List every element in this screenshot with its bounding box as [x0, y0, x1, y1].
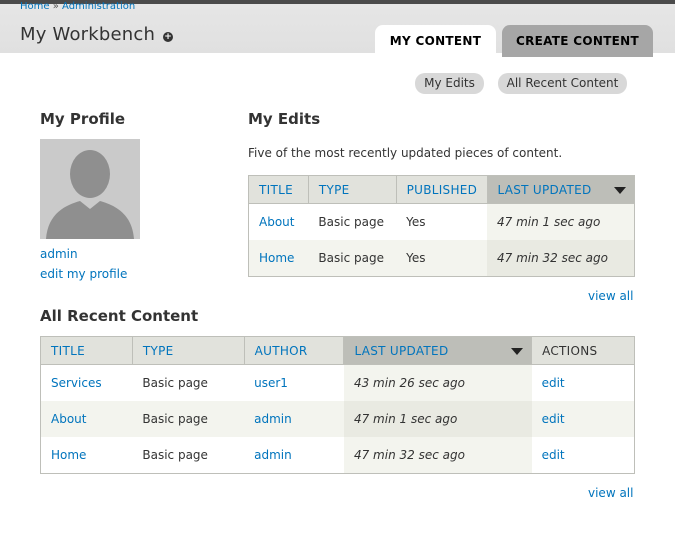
- edit-link[interactable]: edit: [531, 401, 635, 437]
- sort-descending-icon: [613, 186, 626, 194]
- my-edits-view-all-link[interactable]: view all: [588, 289, 633, 303]
- content-title-link[interactable]: About: [248, 203, 309, 240]
- avatar: [40, 139, 140, 239]
- sort-descending-icon: [510, 347, 523, 355]
- table-header-row: TITLE TYPE AUTHOR LAST UPDATED ACTIONS: [40, 336, 635, 365]
- content-type: Basic page: [132, 401, 245, 437]
- tab-create-content[interactable]: CREATE CONTENT: [502, 25, 653, 57]
- column-header-type[interactable]: TYPE: [131, 336, 245, 365]
- table-header-row: TITLE TYPE PUBLISHED LAST UPDATED: [248, 175, 635, 204]
- column-header-actions: ACTIONS: [531, 336, 635, 365]
- breadcrumb-administration[interactable]: Administration: [62, 1, 135, 12]
- add-shortcut-icon[interactable]: +: [163, 32, 173, 42]
- published-status: Yes: [396, 240, 487, 277]
- content-type: Basic page: [308, 203, 397, 240]
- breadcrumb-home[interactable]: Home: [20, 1, 50, 12]
- page-title: My Workbench: [20, 24, 156, 45]
- my-profile-heading: My Profile: [40, 110, 126, 128]
- all-recent-content-heading: All Recent Content: [40, 307, 199, 325]
- recent-content-table: TITLE TYPE AUTHOR LAST UPDATED ACTIONS S…: [40, 336, 635, 474]
- column-header-last-updated[interactable]: LAST UPDATED: [343, 336, 533, 365]
- last-updated: 47 min 32 sec ago: [343, 437, 532, 474]
- last-updated: 47 min 1 sec ago: [487, 203, 635, 240]
- column-header-last-updated[interactable]: LAST UPDATED: [486, 175, 635, 204]
- my-edits-description: Five of the most recently updated pieces…: [248, 146, 563, 160]
- table-row: Services Basic page user1 43 min 26 sec …: [40, 364, 635, 401]
- user-silhouette-icon: [46, 150, 134, 239]
- last-updated: 47 min 1 sec ago: [343, 401, 532, 437]
- author-link[interactable]: user1: [244, 364, 344, 401]
- author-link[interactable]: admin: [244, 401, 344, 437]
- my-edits-table: TITLE TYPE PUBLISHED LAST UPDATED About …: [248, 175, 635, 277]
- page-header: Home » Administration My Workbench + MY …: [0, 0, 675, 57]
- secondary-tab-my-edits[interactable]: My Edits: [415, 73, 484, 94]
- edit-my-profile-link[interactable]: edit my profile: [40, 267, 127, 281]
- content-title-link[interactable]: About: [40, 401, 133, 437]
- table-row: Home Basic page Yes 47 min 32 sec ago: [248, 240, 635, 277]
- last-updated: 47 min 32 sec ago: [487, 240, 635, 277]
- column-header-type[interactable]: TYPE: [307, 175, 397, 204]
- breadcrumb-separator: »: [52, 1, 59, 12]
- column-header-title[interactable]: TITLE: [40, 336, 133, 365]
- column-header-title[interactable]: TITLE: [248, 175, 309, 204]
- published-status: Yes: [396, 203, 487, 240]
- secondary-tab-all-recent-content[interactable]: All Recent Content: [498, 73, 627, 94]
- content-title-link[interactable]: Home: [248, 240, 309, 277]
- profile-username-link[interactable]: admin: [40, 247, 78, 261]
- column-header-published[interactable]: PUBLISHED: [395, 175, 488, 204]
- column-header-author[interactable]: AUTHOR: [243, 336, 345, 365]
- breadcrumb: Home » Administration: [20, 1, 135, 12]
- content-type: Basic page: [308, 240, 397, 277]
- column-header-last-updated-label: LAST UPDATED: [354, 343, 449, 358]
- content-type: Basic page: [132, 364, 245, 401]
- table-row: About Basic page admin 47 min 1 sec ago …: [40, 401, 635, 437]
- my-edits-heading: My Edits: [248, 110, 321, 128]
- author-link[interactable]: admin: [244, 437, 344, 474]
- column-header-last-updated-label: LAST UPDATED: [497, 182, 592, 197]
- table-row: About Basic page Yes 47 min 1 sec ago: [248, 203, 635, 240]
- table-row: Home Basic page admin 47 min 32 sec ago …: [40, 437, 635, 474]
- content-title-link[interactable]: Home: [40, 437, 133, 474]
- content-type: Basic page: [132, 437, 245, 474]
- edit-link[interactable]: edit: [531, 364, 635, 401]
- recent-content-view-all-link[interactable]: view all: [588, 486, 633, 500]
- content-title-link[interactable]: Services: [40, 364, 133, 401]
- last-updated: 43 min 26 sec ago: [343, 364, 532, 401]
- tab-my-content[interactable]: MY CONTENT: [375, 25, 496, 57]
- edit-link[interactable]: edit: [531, 437, 635, 474]
